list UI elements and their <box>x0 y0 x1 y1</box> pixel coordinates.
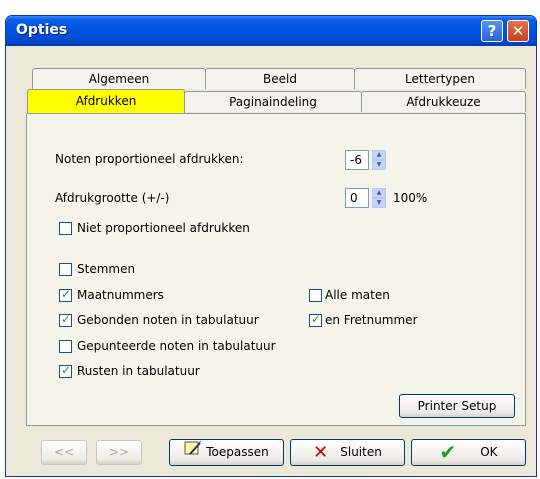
printer-setup-button[interactable]: Printer Setup <box>399 394 515 418</box>
nonproportional-checkbox[interactable] <box>59 222 72 235</box>
check-icon: ✓ <box>311 312 322 326</box>
size-label: Afdrukgrootte (+/-) <box>55 191 170 205</box>
rusten-label: Rusten in tabulatuur <box>77 364 200 378</box>
ok-label: OK <box>480 445 498 459</box>
spin-down-icon[interactable]: ▼ <box>372 198 386 208</box>
tab-lettertypen[interactable]: Lettertypen <box>354 68 526 89</box>
gepunteerde-label: Gepunteerde noten in tabulatuur <box>77 339 276 353</box>
proportional-input[interactable]: -6 <box>345 150 369 170</box>
options-dialog: Opties ? ✕ Algemeen Beeld Lettertypen Af… <box>5 15 537 477</box>
maatnummers-label: Maatnummers <box>77 288 164 302</box>
previous-button[interactable]: << <box>41 440 87 465</box>
tab-afdrukken[interactable]: Afdrukken <box>27 89 185 113</box>
checkmark-icon: ✔ <box>439 440 457 464</box>
gebonden-label: Gebonden noten in tabulatuur <box>77 313 259 327</box>
gebonden-checkbox[interactable]: ✓ <box>59 312 72 327</box>
size-spinner[interactable]: ▲ ▼ <box>372 188 386 208</box>
stemmen-label: Stemmen <box>77 262 136 276</box>
maatnummers-checkbox[interactable]: ✓ <box>59 287 72 302</box>
spin-up-icon[interactable]: ▲ <box>372 188 386 198</box>
fretnummer-label: en Fretnummer <box>325 313 418 327</box>
next-button[interactable]: >> <box>96 440 142 465</box>
help-button[interactable]: ? <box>481 20 503 42</box>
close-label: Sluiten <box>340 445 382 459</box>
spin-down-icon[interactable]: ▼ <box>372 160 386 170</box>
tab-paginaindeling[interactable]: Paginaindeling <box>184 91 362 112</box>
x-icon: ✕ <box>313 442 329 463</box>
check-icon: ✓ <box>61 312 72 326</box>
close-button[interactable]: ✕ Sluiten <box>290 439 405 466</box>
gepunteerde-checkbox[interactable] <box>59 340 72 353</box>
pencil-note-icon <box>184 440 202 465</box>
title-bar[interactable]: Opties ? ✕ <box>6 16 536 46</box>
window-title: Opties <box>16 22 68 38</box>
rusten-checkbox[interactable]: ✓ <box>59 363 72 378</box>
spin-up-icon[interactable]: ▲ <box>372 150 386 160</box>
nonproportional-label: Niet proportioneel afdrukken <box>77 221 250 235</box>
proportional-label: Noten proportioneel afdrukken: <box>55 152 244 166</box>
alle-maten-label: Alle maten <box>325 288 390 302</box>
tab-algemeen[interactable]: Algemeen <box>32 68 206 89</box>
tab-beeld[interactable]: Beeld <box>205 68 355 89</box>
size-input[interactable]: 0 <box>345 188 369 208</box>
alle-maten-checkbox[interactable] <box>309 289 322 302</box>
proportional-spinner[interactable]: ▲ ▼ <box>372 150 386 170</box>
check-icon: ✓ <box>61 287 72 301</box>
apply-button[interactable]: Toepassen <box>169 439 284 466</box>
afdrukken-panel: Noten proportioneel afdrukken: -6 ▲ ▼ Af… <box>26 113 526 426</box>
size-percent: 100% <box>393 191 428 205</box>
check-icon: ✓ <box>61 363 72 377</box>
close-window-button[interactable]: ✕ <box>507 20 529 42</box>
apply-label: Toepassen <box>206 445 269 459</box>
tab-afdrukkeuze[interactable]: Afdrukkeuze <box>361 91 526 112</box>
stemmen-checkbox[interactable] <box>59 263 72 276</box>
ok-button[interactable]: ✔ OK <box>411 439 526 466</box>
fretnummer-checkbox[interactable]: ✓ <box>309 312 322 327</box>
